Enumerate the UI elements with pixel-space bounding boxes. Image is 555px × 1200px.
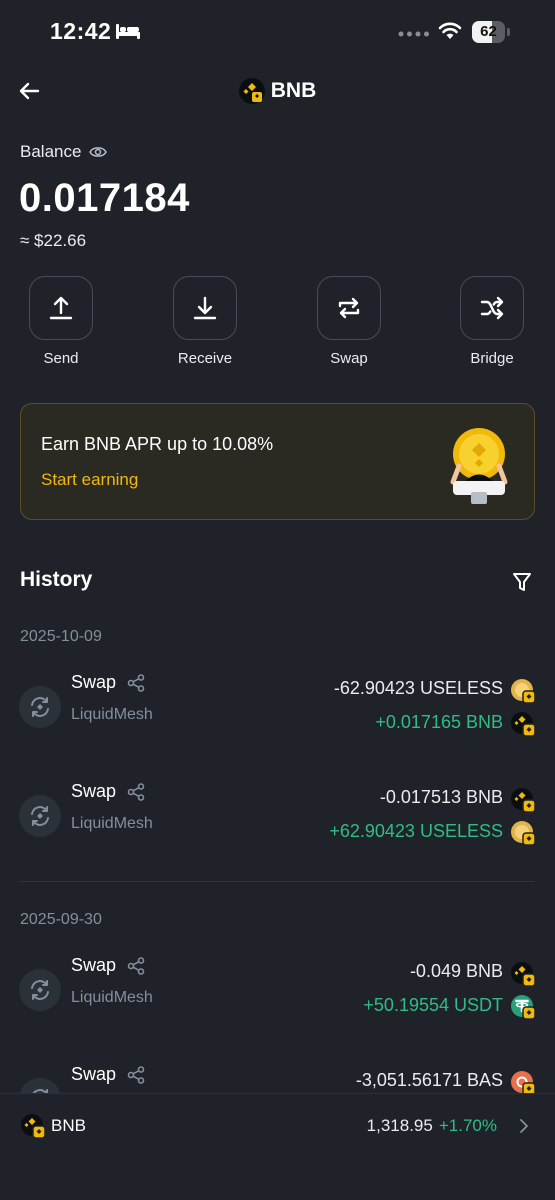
- price-bar-quote: 1,318.95 +1.70%: [367, 1116, 497, 1136]
- filter-icon[interactable]: [511, 571, 533, 593]
- bridge-button[interactable]: Bridge: [447, 276, 537, 367]
- tx-type: Swap: [71, 1064, 117, 1084]
- usdt-coin-icon: [511, 995, 536, 1020]
- tx-source: LiquidMesh: [71, 815, 153, 832]
- tx-amount-in: +62.90423 USELESS: [329, 821, 503, 841]
- history-title: History: [20, 568, 93, 591]
- chevron-right-icon[interactable]: [517, 1118, 531, 1134]
- bnb-coin-icon: [21, 1114, 46, 1139]
- back-arrow-icon[interactable]: [16, 78, 42, 104]
- tx-amount-out: -62.90423 USELESS: [333, 678, 503, 698]
- balance-label-row: Balance: [20, 142, 108, 162]
- eye-icon[interactable]: [89, 145, 108, 159]
- receive-label: Receive: [177, 350, 233, 367]
- useless-coin-icon: [511, 679, 536, 704]
- bnb-coin-icon: [238, 78, 265, 104]
- earn-title: Earn BNB APR up to 10.08%: [41, 434, 274, 454]
- tx-amount-out: -3,051.56171 BAS: [355, 1070, 503, 1090]
- balance-label: Balance: [20, 142, 82, 161]
- signal-dots-icon: [398, 31, 429, 37]
- status-bar: 12:42 62: [0, 0, 555, 64]
- status-time: 12:42: [50, 18, 112, 44]
- useless-coin-icon: [511, 821, 536, 846]
- price-bar-symbol: BNB: [51, 1116, 86, 1135]
- action-row: Send Receive Swap Bridge: [0, 276, 555, 376]
- swap-label: Swap: [330, 350, 368, 367]
- price-value: 1,318.95: [366, 1116, 433, 1135]
- bridge-label: Bridge: [470, 350, 514, 367]
- bnb-coin-icon: [511, 712, 536, 737]
- tx-source: LiquidMesh: [71, 706, 153, 723]
- tx-type: Swap: [71, 672, 117, 692]
- upload-icon: [49, 296, 73, 320]
- tx-amount-out: -0.017513 BNB: [379, 787, 503, 807]
- history-item[interactable]: Swap LiquidMesh -0.017513 BNB +62.90423 …: [0, 781, 555, 851]
- swap-button[interactable]: Swap: [304, 276, 394, 367]
- shuffle-icon: [480, 296, 504, 320]
- send-label: Send: [43, 350, 79, 367]
- swap-tx-icon: [19, 686, 61, 728]
- wifi-icon: [438, 22, 462, 39]
- earn-banner[interactable]: Earn BNB APR up to 10.08% Start earning: [20, 403, 535, 520]
- bnb-coin-icon: [511, 962, 536, 987]
- balance-fiat-value: ≈ $22.66: [20, 231, 87, 250]
- battery-indicator: 62: [472, 21, 510, 43]
- history-date: 2025-09-30: [20, 911, 102, 928]
- history-item[interactable]: Swap LiquidMesh -0.049 BNB +50.19554 USD…: [0, 955, 555, 1025]
- download-icon: [193, 296, 217, 320]
- balance-value: 0.017184: [19, 176, 190, 220]
- tx-amount-in: +0.017165 BNB: [375, 712, 503, 732]
- swap-tx-icon: [19, 795, 61, 837]
- earn-coin-illustration: [450, 428, 508, 504]
- page-title: BNB: [270, 79, 317, 102]
- bnb-coin-icon: [511, 788, 536, 813]
- share-icon[interactable]: [126, 673, 146, 693]
- send-button[interactable]: Send: [16, 276, 106, 367]
- tx-type: Swap: [71, 955, 117, 975]
- tx-source: LiquidMesh: [71, 989, 153, 1006]
- swap-tx-icon: [19, 969, 61, 1011]
- section-divider: [20, 881, 535, 882]
- price-change: +1.70%: [438, 1116, 497, 1135]
- tx-amount-out: -0.049 BNB: [409, 961, 503, 981]
- share-icon[interactable]: [126, 782, 146, 802]
- history-item[interactable]: Swap LiquidMesh -62.90423 USELESS +0.017…: [0, 672, 555, 742]
- share-icon[interactable]: [126, 956, 146, 976]
- price-bar[interactable]: BNB 1,318.95 +1.70%: [0, 1093, 555, 1200]
- swap-icon: [338, 297, 360, 319]
- bed-icon: [116, 24, 140, 39]
- tx-amount-in: +50.19554 USDT: [363, 995, 503, 1015]
- tx-type: Swap: [71, 781, 117, 801]
- start-earning-link[interactable]: Start earning: [41, 470, 138, 490]
- battery-level: 62: [480, 23, 497, 40]
- share-icon[interactable]: [126, 1065, 146, 1085]
- header: BNB: [0, 68, 555, 114]
- receive-button[interactable]: Receive: [160, 276, 250, 367]
- history-date: 2025-10-09: [20, 628, 102, 645]
